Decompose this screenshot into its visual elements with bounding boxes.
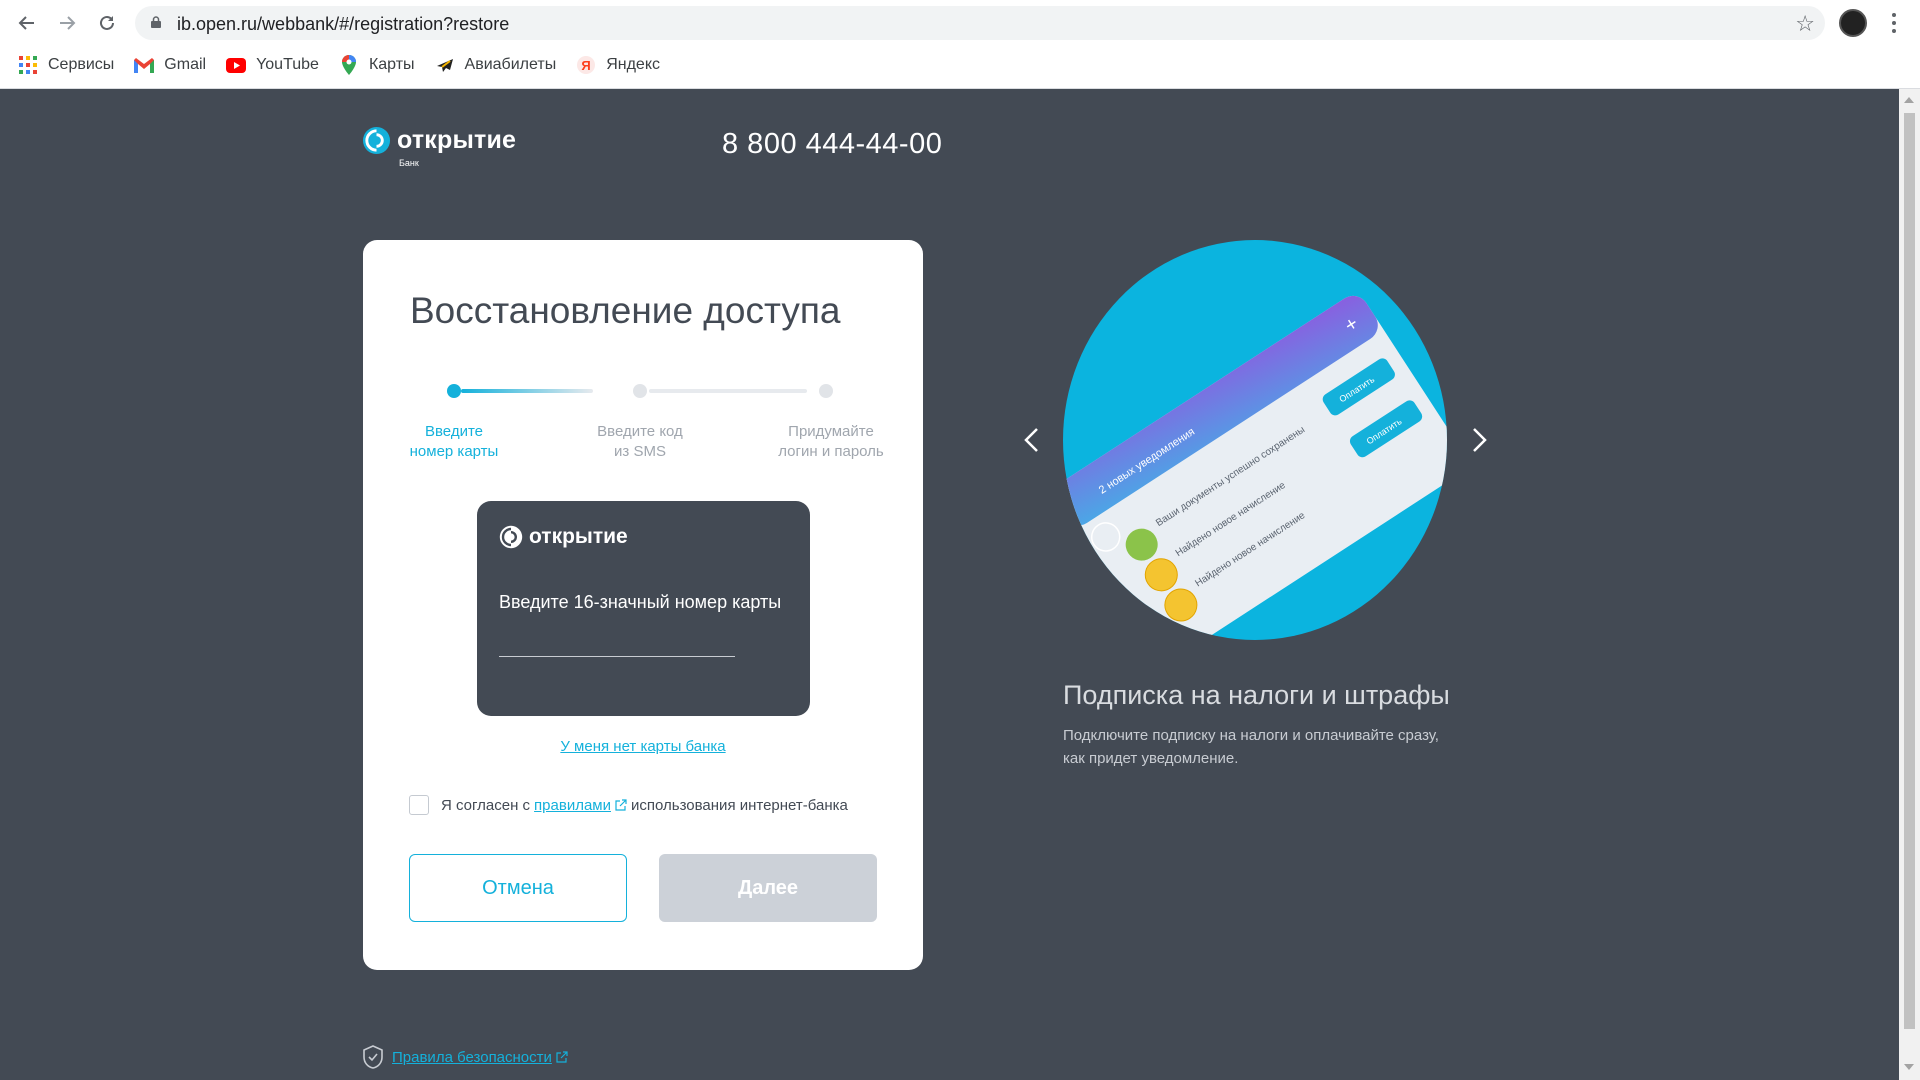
step-connector xyxy=(461,389,593,393)
promo-title: Подписка на налоги и штрафы xyxy=(1063,680,1450,710)
apps-grid-icon xyxy=(18,55,38,75)
bookmark-label: Карты xyxy=(368,56,415,73)
page-scrollbar[interactable] xyxy=(1899,89,1920,1080)
reload-icon[interactable] xyxy=(89,9,125,37)
youtube-icon xyxy=(226,55,247,75)
security-rules-link[interactable]: Правила безопасности xyxy=(392,1049,552,1066)
bookmark-maps[interactable]: Карты xyxy=(339,55,415,75)
promo-illustration: 2 новых уведомления + Ваши документы усп… xyxy=(1063,240,1447,640)
no-card-link[interactable]: У меня нет карты банка xyxy=(363,738,923,755)
logo-text: открытие xyxy=(397,126,517,154)
agree-checkbox[interactable] xyxy=(409,795,429,815)
bookmark-aviatickets[interactable]: Авиабилеты xyxy=(435,55,557,75)
airplane-icon xyxy=(435,55,455,75)
bookmarks-bar: Сервисы Gmail YouTube Карты Авиабилеты Я… xyxy=(0,52,660,78)
security-rules: Правила безопасности xyxy=(362,1045,572,1069)
maps-pin-icon xyxy=(339,55,359,75)
cancel-button[interactable]: Отмена xyxy=(409,854,627,922)
step-2-label: Введите код из SMS xyxy=(597,423,683,460)
bookmark-label: Gmail xyxy=(164,56,207,73)
bookmark-yandex[interactable]: Я Яндекс xyxy=(576,55,660,75)
carousel-prev-icon[interactable] xyxy=(1018,425,1048,455)
card-number-prompt: Введите 16-значный номер карты xyxy=(499,592,782,612)
agreement-row: Я согласен с правилами использования инт… xyxy=(409,795,848,815)
bookmark-gmail[interactable]: Gmail xyxy=(134,55,206,75)
step-3-label: Придумайте логин и пароль xyxy=(778,423,884,460)
bookmark-youtube[interactable]: YouTube xyxy=(226,55,319,75)
bookmark-label: Авиабилеты xyxy=(464,56,557,73)
bookmark-services[interactable]: Сервисы xyxy=(18,55,114,75)
otkritie-logo-icon xyxy=(362,126,391,155)
agree-prefix: Я согласен с xyxy=(441,796,531,814)
card-logo: открытие xyxy=(499,525,628,549)
lock-icon xyxy=(151,16,161,28)
logo-subtext: Банк xyxy=(399,158,419,168)
forward-icon[interactable] xyxy=(49,9,85,37)
restore-access-card: Восстановление доступа Введите номер карт… xyxy=(363,240,923,970)
step-3-dot xyxy=(819,384,833,398)
bookmark-label: Сервисы xyxy=(48,56,115,73)
back-icon[interactable] xyxy=(9,9,45,37)
step-connector xyxy=(649,389,807,393)
otkritie-logo-icon xyxy=(499,525,523,549)
external-link-icon xyxy=(615,799,627,811)
shield-icon xyxy=(363,1045,383,1069)
step-2-dot xyxy=(633,384,647,398)
scroll-down-icon[interactable] xyxy=(1904,1064,1914,1070)
step-1-label: Введите номер карты xyxy=(409,423,499,460)
svg-text:Я: Я xyxy=(582,58,591,73)
progress-stepper: Введите номер карты Введите код из SMS При… xyxy=(363,378,923,468)
next-button[interactable]: Далее xyxy=(659,854,877,922)
promo-description: Подключите подписку на налоги и оплачива… xyxy=(1063,727,1439,767)
gmail-icon xyxy=(134,55,155,75)
url-text[interactable]: ib.open.ru/webbank/#/registration?restor… xyxy=(177,14,509,35)
address-bar[interactable]: ib.open.ru/webbank/#/registration?restor… xyxy=(135,6,1825,40)
step-1-dot xyxy=(447,384,461,398)
scroll-thumb[interactable] xyxy=(1904,113,1915,1029)
browser-menu-icon[interactable] xyxy=(1886,10,1902,36)
agree-suffix: использования интернет-банка xyxy=(631,796,848,814)
card-number-panel: открытие Введите 16-значный номер карты xyxy=(477,501,810,716)
yandex-icon: Я xyxy=(576,55,596,75)
scroll-up-icon[interactable] xyxy=(1904,97,1914,103)
bookmark-label: Яндекс xyxy=(606,56,660,73)
carousel-next-icon[interactable] xyxy=(1463,425,1493,455)
bookmark-label: YouTube xyxy=(256,56,319,73)
bookmark-star-icon[interactable]: ☆ xyxy=(1795,11,1815,37)
browser-toolbar: ib.open.ru/webbank/#/registration?restor… xyxy=(0,0,1920,89)
rules-link[interactable]: правилами xyxy=(534,797,611,814)
bank-logo[interactable]: открытие Банк xyxy=(362,126,517,168)
external-link-icon xyxy=(556,1051,568,1063)
page-title: Восстановление доступа xyxy=(410,290,841,331)
profile-avatar[interactable] xyxy=(1839,9,1867,37)
card-number-input[interactable] xyxy=(499,631,735,657)
card-logo-text: открытие xyxy=(529,525,628,548)
support-phone[interactable]: 8 800 444-44-00 xyxy=(722,128,942,161)
